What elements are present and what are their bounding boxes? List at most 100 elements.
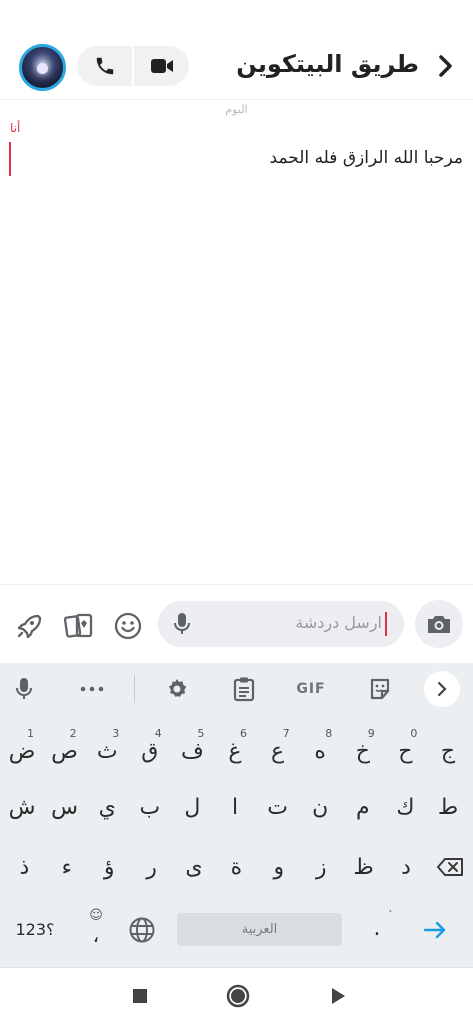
more-icon <box>80 686 104 692</box>
key-row3-3[interactable]: و <box>259 843 299 891</box>
key-row1-9[interactable]: ص2 <box>45 727 85 775</box>
key-row1-7[interactable]: ق4 <box>130 727 170 775</box>
key-row3-0[interactable]: د <box>386 843 426 891</box>
keyboard-settings-button[interactable] <box>163 675 191 703</box>
gif-button[interactable]: GIF <box>290 675 332 703</box>
key-hint: 2 <box>69 727 77 740</box>
key-row2-3[interactable]: ن <box>300 783 340 831</box>
home-button[interactable] <box>224 982 252 1010</box>
video-call-button[interactable] <box>134 46 189 86</box>
key-row3-5[interactable]: ى <box>174 843 214 891</box>
mic-icon <box>16 678 32 699</box>
key-row2-9[interactable]: س <box>45 783 85 831</box>
language-key[interactable] <box>124 913 160 946</box>
key-label: ة <box>230 854 243 880</box>
key-row1-8[interactable]: ث3 <box>87 727 127 775</box>
key-hint: 4 <box>154 727 162 740</box>
key-row2-0[interactable]: ط <box>428 783 468 831</box>
key-row1-1[interactable]: ح0 <box>385 727 425 775</box>
key-label: م <box>355 794 370 820</box>
keyboard: جح0خ9ه8ع7غ6ف5ق4ث3ص2ض1 طكمنتالبيسش دظزوةى… <box>0 715 473 967</box>
arrow-right-icon <box>423 921 446 938</box>
key-label: ن <box>312 794 329 820</box>
key-label: ا <box>231 794 239 820</box>
key-hint: 8 <box>325 727 333 740</box>
key-row3-2[interactable]: ز <box>301 843 341 891</box>
key-label: ر <box>146 854 157 880</box>
keyboard-voice-button[interactable] <box>10 675 38 703</box>
key-row1-6[interactable]: ف5 <box>172 727 212 775</box>
video-camera-icon <box>150 59 173 73</box>
key-label: ع <box>271 738 285 764</box>
key-row1-2[interactable]: خ9 <box>343 727 383 775</box>
clipboard-button[interactable] <box>230 675 258 703</box>
chevron-right-icon <box>437 681 447 697</box>
key-row1-4[interactable]: ع7 <box>258 727 298 775</box>
conversation-title[interactable]: طريق البيتكوين <box>236 50 419 78</box>
key-row3-7[interactable]: ؤ <box>89 843 129 891</box>
key-row2-2[interactable]: م <box>343 783 383 831</box>
key-label: ي <box>98 794 116 820</box>
system-nav-bar <box>0 967 473 1024</box>
backspace-key[interactable] <box>432 849 468 885</box>
emoji-button[interactable] <box>111 609 145 643</box>
key-label: ظ <box>353 854 374 880</box>
cards-button[interactable] <box>62 609 96 643</box>
key-row1-10[interactable]: ض1 <box>2 727 42 775</box>
avatar[interactable] <box>19 44 66 91</box>
key-row2-7[interactable]: ب <box>130 783 170 831</box>
key-row3-9[interactable]: ذ <box>4 843 44 891</box>
voice-note-button[interactable] <box>170 612 194 636</box>
numbers-key[interactable]: ؟123 <box>10 913 60 946</box>
sticker-icon <box>370 678 390 700</box>
sticker-button[interactable] <box>366 675 394 703</box>
chat-input[interactable]: ارسل دردشة <box>158 601 404 647</box>
more-options-button[interactable] <box>78 675 106 703</box>
chevron-right-icon <box>439 55 452 77</box>
back-button[interactable] <box>433 52 459 80</box>
clipboard-icon <box>233 677 255 702</box>
key-label: ت <box>267 794 288 820</box>
key-label: ط <box>437 794 459 820</box>
call-buttons <box>77 46 189 86</box>
text-caret <box>385 612 387 636</box>
key-label: غ <box>228 738 242 764</box>
chat-message[interactable]: مرحبا الله الرازق فله الحمد <box>270 148 463 168</box>
key-row2-10[interactable]: ش <box>2 783 42 831</box>
key-row2-6[interactable]: ل <box>172 783 212 831</box>
settings-icon <box>168 679 187 697</box>
key-row2-1[interactable]: ك <box>385 783 425 831</box>
key-label: ء <box>61 854 72 880</box>
key-row3-4[interactable]: ة <box>216 843 256 891</box>
key-row2-8[interactable]: ي <box>87 783 127 831</box>
voice-call-button[interactable] <box>77 46 132 86</box>
home-circle-icon <box>226 984 250 1008</box>
enter-key[interactable] <box>416 913 454 946</box>
key-label: د <box>401 854 411 880</box>
key-label: ى <box>185 854 203 880</box>
key-row1-5[interactable]: غ6 <box>215 727 255 775</box>
key-row1-0[interactable]: ج <box>428 727 468 775</box>
key-row3-6[interactable]: ر <box>132 843 172 891</box>
period-key[interactable]: ٔ . <box>362 908 392 948</box>
camera-icon <box>428 616 450 633</box>
key-row3-8[interactable]: ء <box>47 843 87 891</box>
key-label: و <box>273 854 285 880</box>
space-key[interactable]: العربية <box>177 913 342 946</box>
key-label: ص <box>51 738 78 764</box>
key-row1-3[interactable]: ه8 <box>300 727 340 775</box>
key-row2-4[interactable]: ت <box>258 783 298 831</box>
key-label: خ <box>355 738 370 764</box>
key-row2-5[interactable]: ا <box>215 783 255 831</box>
rocket-button[interactable] <box>12 609 46 643</box>
key-row3-1[interactable]: ظ <box>344 843 384 891</box>
recents-button[interactable] <box>126 982 154 1010</box>
camera-button[interactable] <box>415 600 463 648</box>
toolbar-expand-button[interactable] <box>424 671 460 707</box>
comma-key[interactable]: ☺ ، <box>80 908 112 948</box>
key-hint: 0 <box>410 727 418 740</box>
back-nav-button[interactable] <box>324 982 352 1010</box>
key-label: ح <box>398 738 413 764</box>
key-label: ز <box>315 854 327 880</box>
chat-header: طريق البيتكوين <box>0 0 473 100</box>
